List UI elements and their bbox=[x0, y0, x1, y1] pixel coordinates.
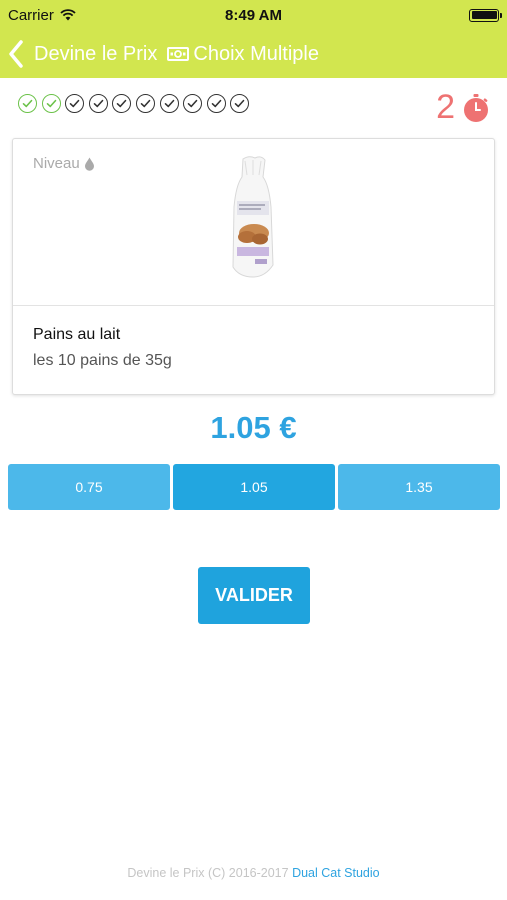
choice-button[interactable]: 1.35 bbox=[338, 464, 500, 510]
check-pending-icon bbox=[159, 94, 179, 113]
level-label: Niveau bbox=[33, 155, 80, 172]
drop-icon bbox=[84, 157, 94, 171]
check-pending-icon bbox=[88, 94, 108, 113]
wifi-icon bbox=[60, 9, 76, 21]
page-title: Choix Multiple bbox=[193, 42, 319, 65]
level-indicator: Niveau bbox=[33, 155, 95, 172]
status-left: Carrier bbox=[8, 7, 76, 24]
footer-copyright: Devine le Prix (C) 2016-2017 bbox=[127, 866, 289, 880]
product-name: Pains au lait bbox=[33, 326, 121, 343]
footer: Devine le Prix (C) 2016-2017 Dual Cat St… bbox=[0, 866, 507, 880]
check-pending-icon bbox=[65, 94, 85, 113]
product-description: les 10 pains de 35g bbox=[33, 352, 172, 369]
check-complete-icon bbox=[41, 94, 61, 113]
check-pending-icon bbox=[230, 94, 250, 113]
chevron-left-icon bbox=[8, 37, 30, 71]
product-image bbox=[232, 156, 274, 278]
check-pending-icon bbox=[206, 94, 226, 113]
money-icon bbox=[167, 47, 190, 61]
status-bar: Carrier 8:49 AM bbox=[0, 0, 507, 30]
check-pending-icon bbox=[183, 94, 203, 113]
selected-price: 1.05 € bbox=[210, 410, 297, 445]
carrier-label: Carrier bbox=[8, 6, 54, 24]
status-right bbox=[469, 8, 502, 22]
check-pending-icon bbox=[135, 94, 155, 113]
timer: 2 bbox=[436, 88, 491, 127]
back-button[interactable]: Devine le Prix bbox=[8, 37, 157, 71]
progress-indicator bbox=[18, 94, 250, 113]
validate-button[interactable]: VALIDER bbox=[198, 567, 310, 624]
check-complete-icon bbox=[18, 94, 37, 113]
status-time: 8:49 AM bbox=[225, 6, 282, 24]
price-choices: 0.75 1.05 1.35 bbox=[8, 464, 500, 510]
nav-bar: Devine le Prix Choix Multiple bbox=[0, 30, 507, 78]
product-card: Niveau Pains au lait les 10 pains de 35g bbox=[12, 138, 495, 395]
product-card-header: Niveau bbox=[13, 139, 494, 306]
product-info: Pains au lait les 10 pains de 35g bbox=[13, 306, 494, 390]
check-pending-icon bbox=[112, 94, 132, 113]
choice-button[interactable]: 0.75 bbox=[8, 464, 170, 510]
choice-button[interactable]: 1.05 bbox=[173, 464, 335, 510]
battery-icon bbox=[469, 8, 502, 22]
stopwatch-icon bbox=[464, 93, 488, 122]
studio-link[interactable]: Dual Cat Studio bbox=[292, 866, 380, 880]
timer-value: 2 bbox=[436, 88, 455, 126]
back-label: Devine le Prix bbox=[34, 42, 158, 65]
